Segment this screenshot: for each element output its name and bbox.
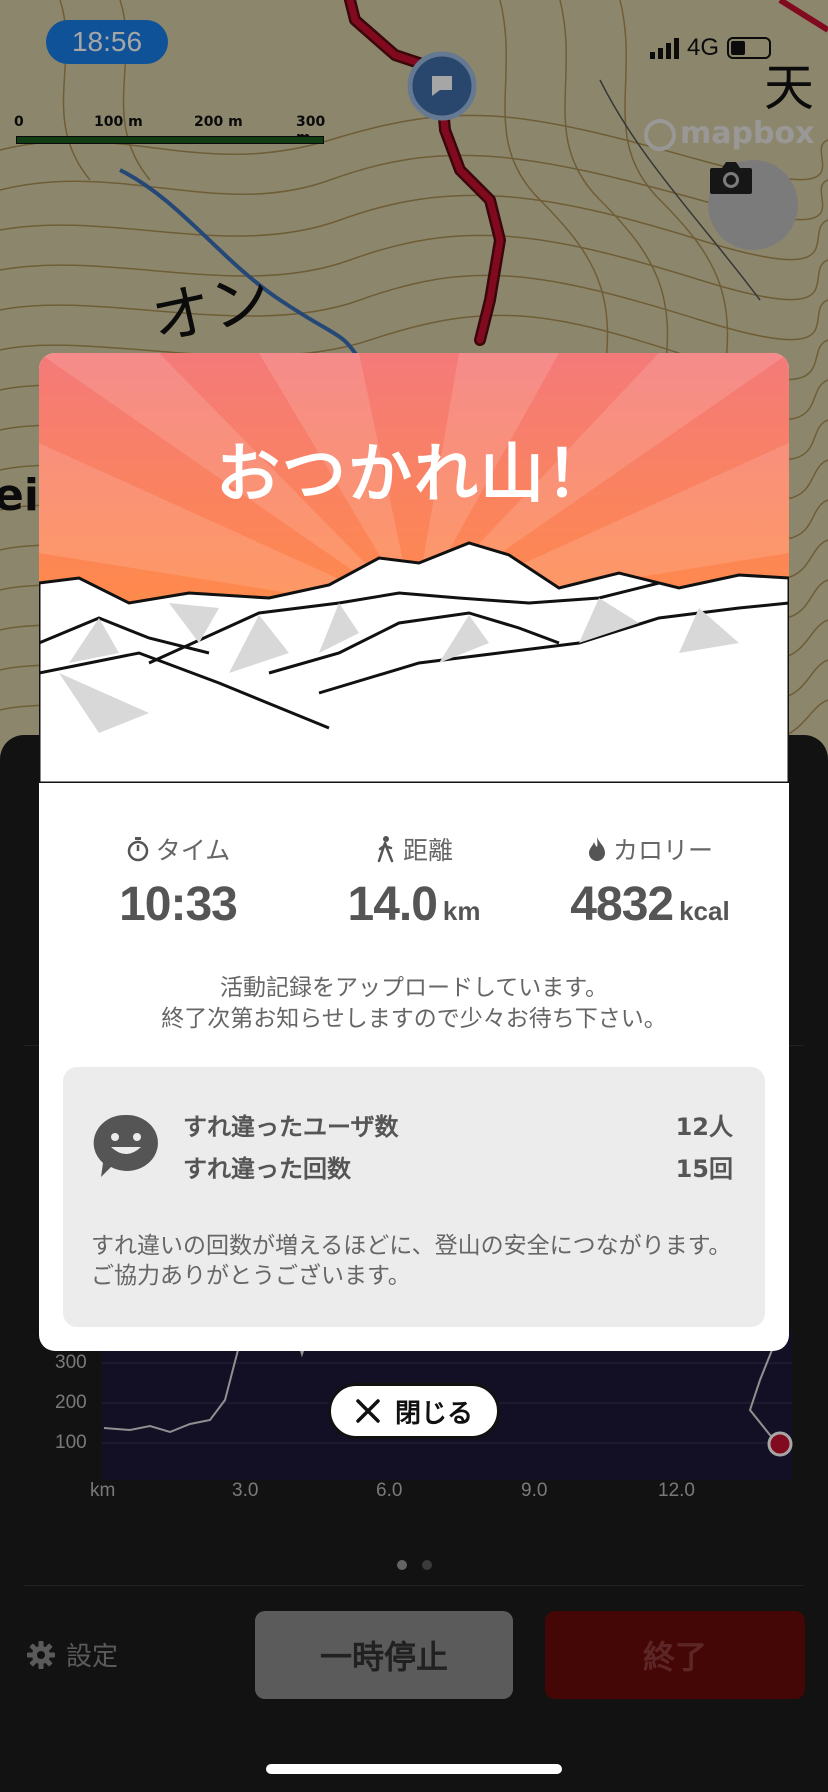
flame-icon [588,837,605,861]
hiker-icon [377,836,394,863]
stat-calories-label: カロリー [612,836,713,865]
encounter-users-row: すれ違ったユーザ数 12人 [183,1107,733,1142]
encounter-summary: すれ違ったユーザ数 12人 すれ違った回数 15回 すれ違いの回数が増えるほどに… [63,1067,765,1327]
stat-time: タイム 10:33 [63,831,293,932]
stat-calories: カロリー 4832 kcal [535,831,765,932]
stat-distance-label: 距離 [402,836,453,865]
completion-modal: おつかれ山！ タイム 10:33 距離 14.0 km カロリー 4832 kc… [39,353,789,1351]
stat-distance-value: 14.0 [347,878,438,931]
upload-status-line: 活動記録をアップロードしています。 [219,975,608,1001]
encounter-times-label: すれ違った回数 [183,1155,351,1183]
stat-time-value: 10:33 [119,878,238,931]
smiley-chat-icon [93,1114,158,1177]
close-button[interactable]: 閉じる [328,1383,500,1439]
stat-distance: 距離 14.0 km [299,831,529,932]
encounter-times-value: 15回 [675,1155,733,1183]
home-indicator[interactable] [266,1764,562,1774]
stat-distance-unit: km [442,896,481,926]
encounter-users-label: すれ違ったユーザ数 [183,1113,399,1141]
hero-illustration [39,353,789,783]
stat-calories-unit: kcal [679,896,730,926]
stat-time-label: タイム [155,836,231,865]
close-icon [356,1399,380,1423]
modal-title: おつかれ山！ [216,438,612,512]
upload-status-message: 活動記録をアップロードしています。 終了次第お知らせしますので少々お待ち下さい。 [39,973,789,1035]
upload-status-line: 終了次第お知らせしますので少々お待ち下さい。 [161,1006,667,1032]
stat-calories-value: 4832 [570,878,674,931]
close-label: 閉じる [394,1398,473,1429]
encounter-times-row: すれ違った回数 15回 [183,1149,733,1184]
encounter-users-value: 12人 [675,1113,733,1141]
stopwatch-icon [127,837,148,862]
encounter-note: すれ違いの回数が増えるほどに、登山の安全につながります。ご協力ありがとうございま… [91,1233,732,1289]
